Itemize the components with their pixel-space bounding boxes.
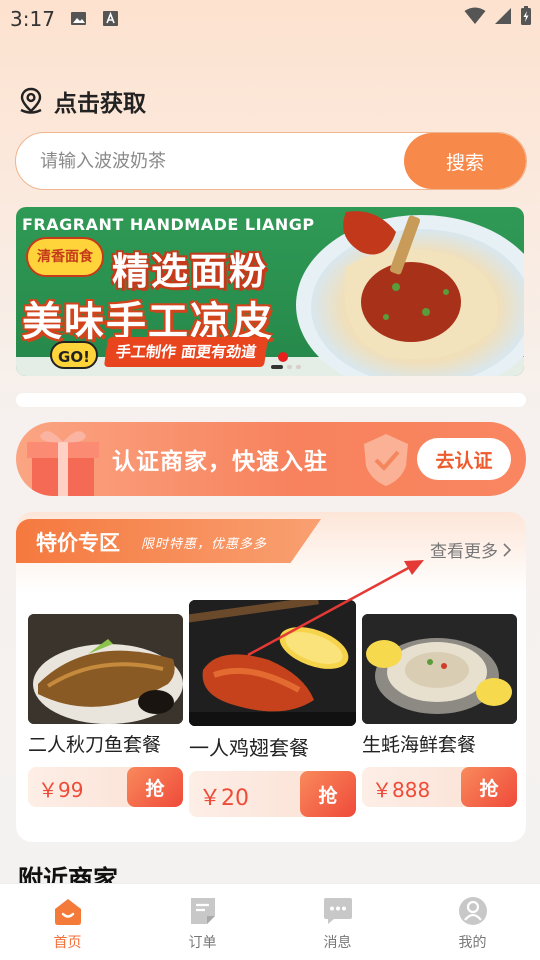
location-picker[interactable]: 点击获取 <box>16 84 146 118</box>
oyster-image <box>362 614 517 724</box>
pagination-dot[interactable] <box>296 365 301 369</box>
price-bar: ￥20 抢 <box>189 771 356 817</box>
product-image <box>362 614 517 724</box>
tab-messages[interactable]: 消息 <box>270 884 405 960</box>
grab-button[interactable]: 抢 <box>300 771 356 817</box>
order-icon <box>190 898 215 924</box>
product-price: ￥99 <box>38 778 84 802</box>
see-more-link[interactable]: 查看更多 <box>430 537 512 562</box>
special-title: 特价专区 <box>36 531 120 555</box>
tab-label: 我的 <box>458 935 487 951</box>
product-name: 一人鸡翅套餐 <box>189 736 309 760</box>
wifi-icon <box>464 7 486 24</box>
image-notification-icon <box>71 12 86 25</box>
merchant-cert-text: 认证商家，快速入驻 <box>112 449 328 475</box>
product-image <box>189 600 356 726</box>
see-more-label: 查看更多 <box>430 542 498 562</box>
promo-banner[interactable]: FRAGRANT HANDMADE LIANGP 清香面食 精选面粉 美味手工凉… <box>16 207 524 376</box>
banner-pagination <box>271 365 301 369</box>
product-card[interactable]: 二人秋刀鱼套餐 ￥99 抢 <box>28 614 183 807</box>
category-strip <box>16 393 526 407</box>
font-notification-icon <box>103 11 118 26</box>
search-input[interactable] <box>16 133 406 189</box>
chicken-wing-image <box>189 600 356 726</box>
price-bar: ￥99 抢 <box>28 767 183 807</box>
banner-go-badge: GO! <box>50 341 98 369</box>
special-subtitle: 限时特惠，优惠多多 <box>141 537 268 552</box>
special-offers-section: 特价专区 限时特惠，优惠多多 查看更多 二人秋刀鱼套餐 ￥99 抢 一人鸡翅套餐… <box>16 512 526 842</box>
banner-badge: 清香面食 <box>26 237 104 277</box>
certify-button[interactable]: 去认证 <box>417 438 511 480</box>
status-bar: 3:17 <box>0 0 540 38</box>
tab-home[interactable]: 首页 <box>0 884 135 960</box>
product-name: 生蚝海鲜套餐 <box>362 734 477 756</box>
status-time: 3:17 <box>10 7 55 31</box>
tab-profile[interactable]: 我的 <box>405 884 540 960</box>
bottom-tab-bar: 首页 订单 消息 我的 <box>0 883 540 960</box>
battery-icon <box>521 6 531 25</box>
banner-headline: 精选面粉 <box>112 250 268 293</box>
merchant-cert-banner[interactable]: 认证商家，快速入驻 去认证 <box>16 422 526 496</box>
shield-check-icon <box>364 434 408 486</box>
tab-label: 消息 <box>323 935 352 951</box>
message-icon <box>323 898 352 924</box>
tab-label: 首页 <box>53 935 82 951</box>
product-card[interactable]: 生蚝海鲜套餐 ￥888 抢 <box>362 614 517 807</box>
pagination-dot[interactable] <box>271 365 283 369</box>
search-bar: 搜索 <box>15 132 527 190</box>
grab-button[interactable]: 抢 <box>127 767 183 807</box>
banner-red-dot <box>278 352 288 362</box>
product-price: ￥888 <box>372 778 431 802</box>
grilled-fish-image <box>28 614 183 724</box>
location-label: 点击获取 <box>54 91 146 117</box>
price-bar: ￥888 抢 <box>362 767 517 807</box>
location-pin-icon <box>20 87 42 114</box>
product-price: ￥20 <box>199 786 249 811</box>
gift-box-icon <box>27 431 99 496</box>
pagination-dot[interactable] <box>287 365 292 369</box>
tab-label: 订单 <box>188 935 217 951</box>
tab-orders[interactable]: 订单 <box>135 884 270 960</box>
banner-english-text: FRAGRANT HANDMADE LIANGP <box>22 215 315 234</box>
chevron-right-icon <box>503 542 512 557</box>
product-card[interactable]: 一人鸡翅套餐 ￥20 抢 <box>189 600 356 817</box>
home-icon <box>54 899 81 925</box>
search-button[interactable]: 搜索 <box>404 133 526 189</box>
profile-icon <box>458 897 487 925</box>
product-name: 二人秋刀鱼套餐 <box>28 734 162 756</box>
grab-button[interactable]: 抢 <box>461 767 517 807</box>
product-image <box>28 614 183 724</box>
signal-icon <box>495 8 511 24</box>
banner-tagline: 手工制作 面更有劲道 <box>103 337 269 367</box>
